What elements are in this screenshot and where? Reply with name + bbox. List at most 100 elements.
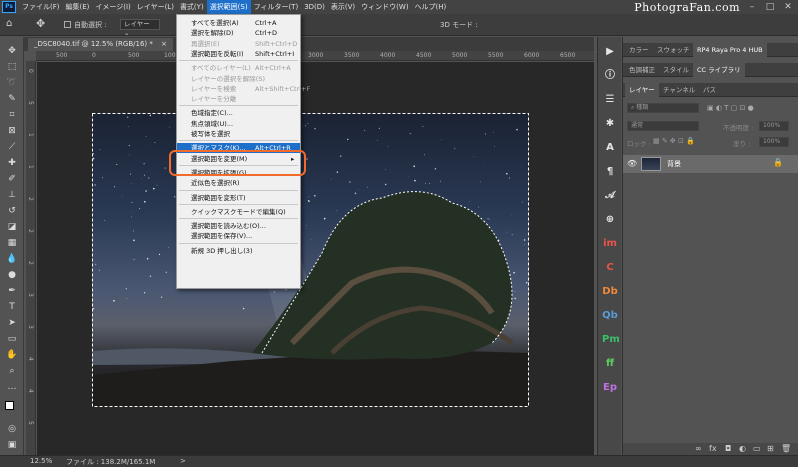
layer-row-background[interactable]: 👁 背景 🔒: [623, 155, 798, 173]
panel-tab[interactable]: RP4 Raya Pro 4 HUB: [693, 43, 767, 57]
brush-icon[interactable]: ✐: [5, 173, 19, 185]
panel-tab[interactable]: スウォッチ: [653, 43, 694, 57]
layer-filter-dropdown[interactable]: ⌕ 種類: [627, 103, 699, 113]
hand-icon[interactable]: ✋: [5, 349, 19, 361]
dock-icon-7[interactable]: ⊕: [602, 213, 618, 227]
clone-stamp-icon[interactable]: ⊥: [5, 189, 19, 201]
menu-item-5[interactable]: 選択範囲(S): [206, 0, 251, 14]
panel-tab[interactable]: CC ライブラリ: [693, 63, 745, 77]
select-menu-item-8[interactable]: 色域指定(C)...: [177, 108, 300, 118]
move-icon[interactable]: ✥: [5, 45, 19, 57]
type-icon[interactable]: T: [5, 301, 19, 313]
dock-icon-6[interactable]: 𝒜: [602, 189, 618, 203]
select-menu-item-1[interactable]: 選択を解除(D) Ctrl+D: [177, 28, 300, 38]
menu-item-10[interactable]: ヘルプ(H): [412, 0, 450, 14]
maximize-icon[interactable]: □: [761, 0, 779, 14]
add-mask-icon[interactable]: ◘: [725, 444, 731, 453]
menu-item-7[interactable]: 3D(D): [301, 0, 328, 14]
dock-icon-5[interactable]: ¶: [602, 165, 618, 179]
dock-icon-14[interactable]: Ep: [602, 381, 618, 395]
select-menu-item-14[interactable]: 近似色を選択(R): [177, 178, 300, 188]
tab-close-icon[interactable]: ×: [161, 40, 167, 48]
move-tool-icon[interactable]: ✥: [36, 17, 45, 30]
lasso-icon[interactable]: ➰: [5, 77, 19, 89]
layer-style-icon[interactable]: fx: [709, 444, 717, 453]
gradient-icon[interactable]: ▦: [5, 237, 19, 249]
dock-icon-8[interactable]: im: [602, 237, 618, 251]
dock-icon-1[interactable]: ⓘ: [602, 69, 618, 83]
select-menu-item-9[interactable]: 焦点領域(U)...: [177, 119, 300, 129]
quick-select-icon[interactable]: ✎: [5, 93, 19, 105]
visibility-eye-icon[interactable]: 👁: [627, 159, 637, 168]
panel-tab[interactable]: レイヤー: [625, 83, 659, 97]
path-select-icon[interactable]: ➤: [5, 317, 19, 329]
panel-tab[interactable]: 色調補正: [625, 63, 659, 77]
menu-item-3[interactable]: レイヤー(L): [134, 0, 177, 14]
fill-field[interactable]: 100%: [759, 137, 789, 147]
adjustment-layer-icon[interactable]: ◐: [739, 444, 746, 453]
menu-item-9[interactable]: ウィンドウ(W): [358, 0, 411, 14]
foreground-color-swatch[interactable]: [5, 401, 14, 410]
menu-item-0[interactable]: ファイル(F): [19, 0, 63, 14]
quick-mask-icon[interactable]: ◎: [5, 423, 19, 435]
dock-icon-11[interactable]: Qb: [602, 309, 618, 323]
dock-icon-13[interactable]: ff: [602, 357, 618, 371]
select-menu-item-17[interactable]: 選択範囲を読み込む(O)...: [177, 221, 300, 231]
dock-icon-0[interactable]: ▶: [602, 45, 618, 59]
panel-tab[interactable]: パス: [699, 83, 720, 97]
opacity-field[interactable]: 100%: [759, 121, 789, 131]
select-menu-item-19[interactable]: 新規 3D 押し出し(3): [177, 246, 300, 256]
zoom-level[interactable]: 12.5%: [30, 457, 52, 465]
document-tab[interactable]: _DSC8040.tif @ 12.5% (RGB/16) * ×: [28, 38, 173, 51]
frame-icon[interactable]: ⊠: [5, 125, 19, 137]
dodge-icon[interactable]: ●: [5, 269, 19, 281]
dock-icon-9[interactable]: C: [602, 261, 618, 275]
night-sky-photo[interactable]: [92, 113, 529, 407]
close-icon[interactable]: ✕: [779, 0, 797, 14]
layer-dropdown[interactable]: レイヤー ⌄: [120, 19, 160, 37]
crop-icon[interactable]: ⌗: [5, 109, 19, 121]
new-group-icon[interactable]: ▭: [753, 444, 761, 453]
blur-icon[interactable]: 💧: [5, 253, 19, 265]
select-menu-item-3[interactable]: 選択範囲を反転(I) Shift+Ctrl+I: [177, 49, 300, 59]
v-ruler-label: 1: [27, 165, 34, 169]
select-menu-item-18[interactable]: 選択範囲を保存(V)...: [177, 231, 300, 241]
menu-item-4[interactable]: 書式(Y): [177, 0, 207, 14]
blend-mode-dropdown[interactable]: 通常: [627, 121, 699, 131]
menu-item-8[interactable]: 表示(V): [328, 0, 358, 14]
dock-icon-3[interactable]: ✱: [602, 117, 618, 131]
menu-item-1[interactable]: 編集(E): [63, 0, 93, 14]
dock-icon-2[interactable]: ☰: [602, 93, 618, 107]
healing-icon[interactable]: ✚: [5, 157, 19, 169]
dock-icon-12[interactable]: Pm: [602, 333, 620, 347]
rectangle-icon[interactable]: ▭: [5, 333, 19, 345]
dock-icon-4[interactable]: A: [602, 141, 618, 155]
panel-tab[interactable]: スタイル: [659, 63, 693, 77]
delete-layer-icon[interactable]: 🗑: [781, 444, 791, 453]
screen-mode-icon[interactable]: ▣: [5, 439, 19, 451]
menu-item-2[interactable]: イメージ(I): [92, 0, 133, 14]
new-layer-icon[interactable]: ⊞: [767, 444, 774, 453]
history-brush-icon[interactable]: ↺: [5, 205, 19, 217]
eyedropper-icon[interactable]: ⟋: [5, 141, 19, 153]
minimize-icon[interactable]: –: [743, 0, 761, 14]
status-more-arrow[interactable]: >: [180, 457, 186, 465]
lock-icons[interactable]: ▦ ✎ ✥ ⊡ 🔒: [653, 137, 695, 145]
select-menu-item-10[interactable]: 被写体を選択: [177, 129, 300, 139]
auto-select-checkbox[interactable]: [64, 21, 71, 28]
select-menu-item-15[interactable]: 選択範囲を変形(T): [177, 193, 300, 203]
home-icon[interactable]: ⌂: [6, 18, 12, 29]
more-tools-icon[interactable]: …: [5, 381, 19, 393]
select-menu-item-16[interactable]: クイックマスクモードで編集(Q): [177, 207, 300, 217]
zoom-icon[interactable]: ⌕: [5, 365, 19, 377]
layer-filter-icons[interactable]: ▣ ◐ T ▢ ⊡ ●: [707, 104, 754, 112]
marquee-icon[interactable]: ⬚: [5, 61, 19, 73]
pen-icon[interactable]: ✒: [5, 285, 19, 297]
eraser-icon[interactable]: ◪: [5, 221, 19, 233]
link-layers-icon[interactable]: ∞: [695, 444, 702, 453]
panel-tab[interactable]: チャンネル: [659, 83, 699, 97]
panel-tab[interactable]: カラー: [625, 43, 653, 57]
dock-icon-10[interactable]: Db: [602, 285, 618, 299]
menu-item-6[interactable]: フィルター(T): [251, 0, 302, 14]
select-menu-item-0[interactable]: すべてを選択(A) Ctrl+A: [177, 18, 300, 28]
